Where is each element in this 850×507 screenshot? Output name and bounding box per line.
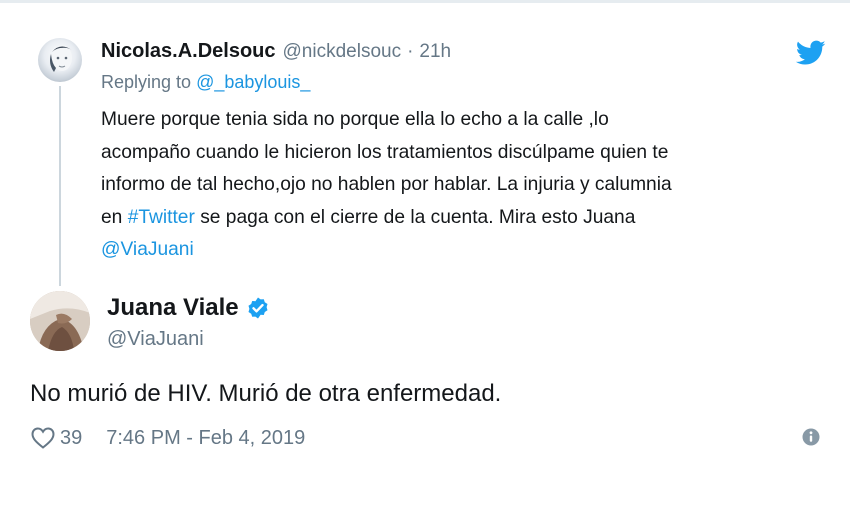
- parent-text-line-4: en #Twitter se paga con el cierre de la …: [101, 202, 836, 235]
- info-icon[interactable]: [802, 428, 820, 446]
- main-author-handle[interactable]: @ViaJuani: [107, 328, 204, 351]
- main-avatar[interactable]: [30, 291, 90, 351]
- parent-text-line-5: @ViaJuani: [101, 234, 836, 267]
- parent-text-line: informo de tal hecho,ojo no hablen por h…: [101, 174, 672, 195]
- tweet-timestamp[interactable]: 7:46 PM - Feb 4, 2019: [106, 427, 305, 450]
- replying-to-label: Replying to: [101, 72, 197, 92]
- parent-text-line: Muere porque tenia sida no porque ella l…: [101, 109, 609, 130]
- twitter-bird-icon[interactable]: [796, 40, 826, 66]
- mention-link[interactable]: @ViaJuani: [101, 239, 194, 260]
- line4-prefix: en: [101, 206, 128, 228]
- main-author-row: Juana Viale: [107, 294, 270, 322]
- parent-text-line: acompaño cuando le hicieron los tratamie…: [101, 141, 669, 163]
- replying-to-mention[interactable]: @_babylouis_: [196, 72, 310, 92]
- thread-connector-line: [59, 86, 61, 286]
- parent-avatar[interactable]: [38, 38, 82, 82]
- heart-icon[interactable]: [30, 426, 56, 450]
- parent-tweet-time[interactable]: 21h: [419, 41, 451, 63]
- like-count[interactable]: 39: [60, 427, 82, 450]
- parent-tweet-text: Muere porque tenia sida no porque ella l…: [101, 104, 836, 267]
- parent-author-name[interactable]: Nicolas.A.Delsouc: [101, 40, 276, 63]
- parent-author-handle[interactable]: @nickdelsouc: [283, 41, 402, 63]
- main-tweet-text: No murió de HIV. Murió de otra enfermeda…: [30, 380, 502, 407]
- parent-tweet-header: Nicolas.A.Delsouc @nickdelsouc · 21h: [101, 40, 451, 66]
- tweet-footer: 39 7:46 PM - Feb 4, 2019: [30, 424, 305, 452]
- hashtag-link[interactable]: #Twitter: [128, 207, 195, 228]
- replying-to-line: Replying to @_babylouis_: [101, 72, 310, 93]
- verified-badge-icon: [246, 296, 270, 320]
- separator-dot: ·: [407, 41, 414, 62]
- line4-suffix: se paga con el cierre de la cuenta. Mira…: [194, 206, 636, 228]
- main-author-name[interactable]: Juana Viale: [107, 294, 239, 322]
- top-divider: [0, 0, 850, 3]
